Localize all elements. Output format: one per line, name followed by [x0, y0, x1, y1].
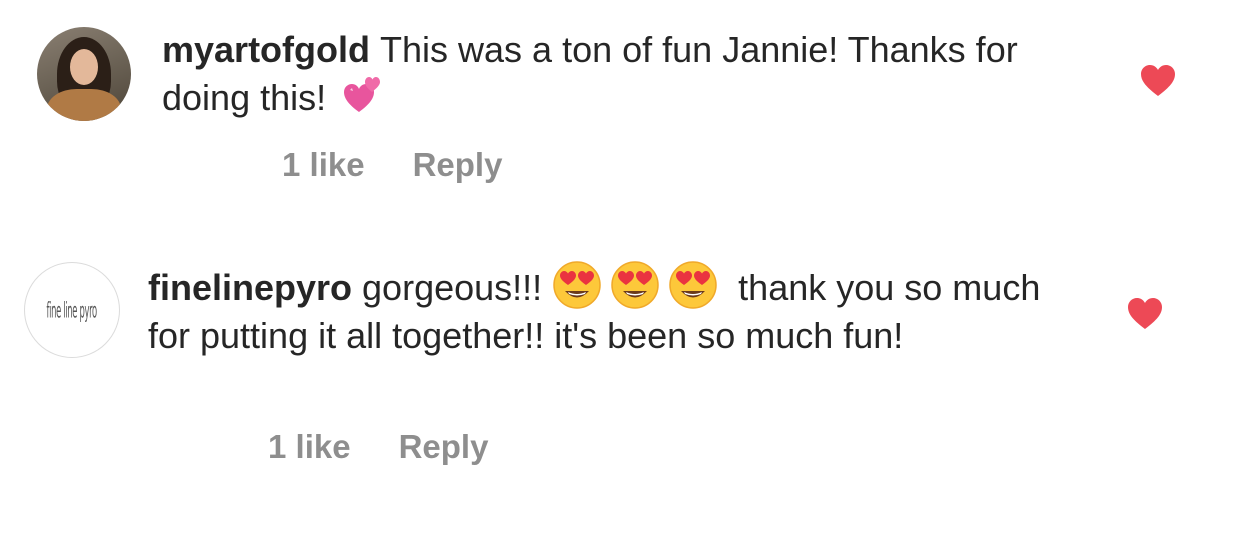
sparkling-heart-emoji-icon [344, 77, 381, 112]
reply-button[interactable]: Reply [413, 146, 503, 183]
likes-count-link[interactable]: 1 like [282, 146, 365, 183]
avatar[interactable]: fine line pyro [24, 262, 120, 358]
comment-item: fine line pyro finelinepyro gorgeous!!! t… [0, 240, 1242, 500]
heart-eyes-emoji-icon [553, 261, 601, 309]
avatar-logo-text: fine line pyro [46, 296, 98, 324]
avatar[interactable] [37, 27, 131, 121]
comment-body-start: gorgeous!!! [362, 267, 543, 308]
comment-meta: 1 like Reply [282, 146, 502, 184]
heart-eyes-emoji-icon [611, 261, 659, 309]
avatar-coat [47, 89, 121, 121]
avatar-face [70, 49, 98, 85]
comment-username[interactable]: myartofgold [162, 29, 370, 70]
heart-eyes-emoji-icon [669, 261, 717, 309]
comment-meta: 1 like Reply [268, 428, 488, 466]
comment-username[interactable]: finelinepyro [148, 267, 352, 308]
likes-count-link[interactable]: 1 like [268, 428, 351, 465]
reply-button[interactable]: Reply [399, 428, 489, 465]
heart-icon[interactable] [1127, 297, 1163, 331]
comment-item: myartofgold This was a ton of fun Jannie!… [0, 0, 1242, 210]
comment-text-block: finelinepyro gorgeous!!! thank you so muc… [148, 260, 1068, 360]
comment-text-block: myartofgold This was a ton of fun Jannie!… [162, 26, 1042, 122]
heart-icon[interactable] [1140, 64, 1176, 98]
